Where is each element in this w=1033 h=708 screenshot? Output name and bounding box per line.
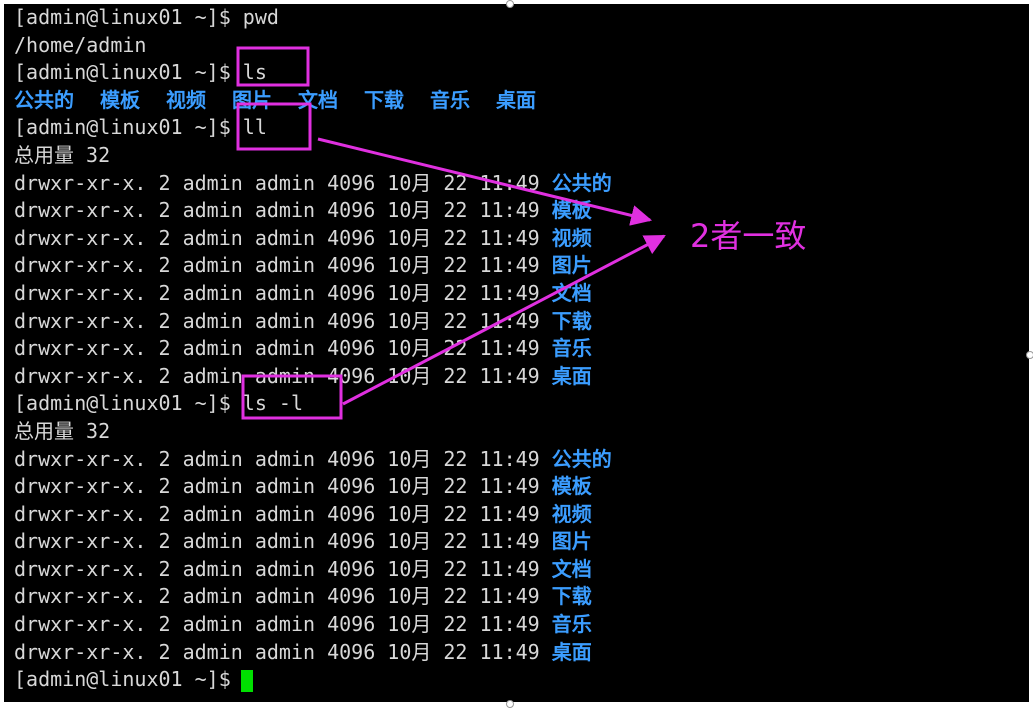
annotation-label: 2者一致 bbox=[690, 217, 806, 255]
highlight-box-ll bbox=[236, 102, 312, 151]
annotation-overlay: 2者一致 bbox=[236, 46, 806, 420]
highlight-box-ls-l bbox=[241, 374, 343, 420]
arrow-ls-l bbox=[342, 234, 666, 406]
resize-handle-right[interactable] bbox=[1026, 351, 1033, 359]
highlight-box-ls bbox=[236, 46, 310, 87]
arrow-ll bbox=[317, 137, 653, 226]
resize-handle-top[interactable] bbox=[506, 0, 514, 8]
